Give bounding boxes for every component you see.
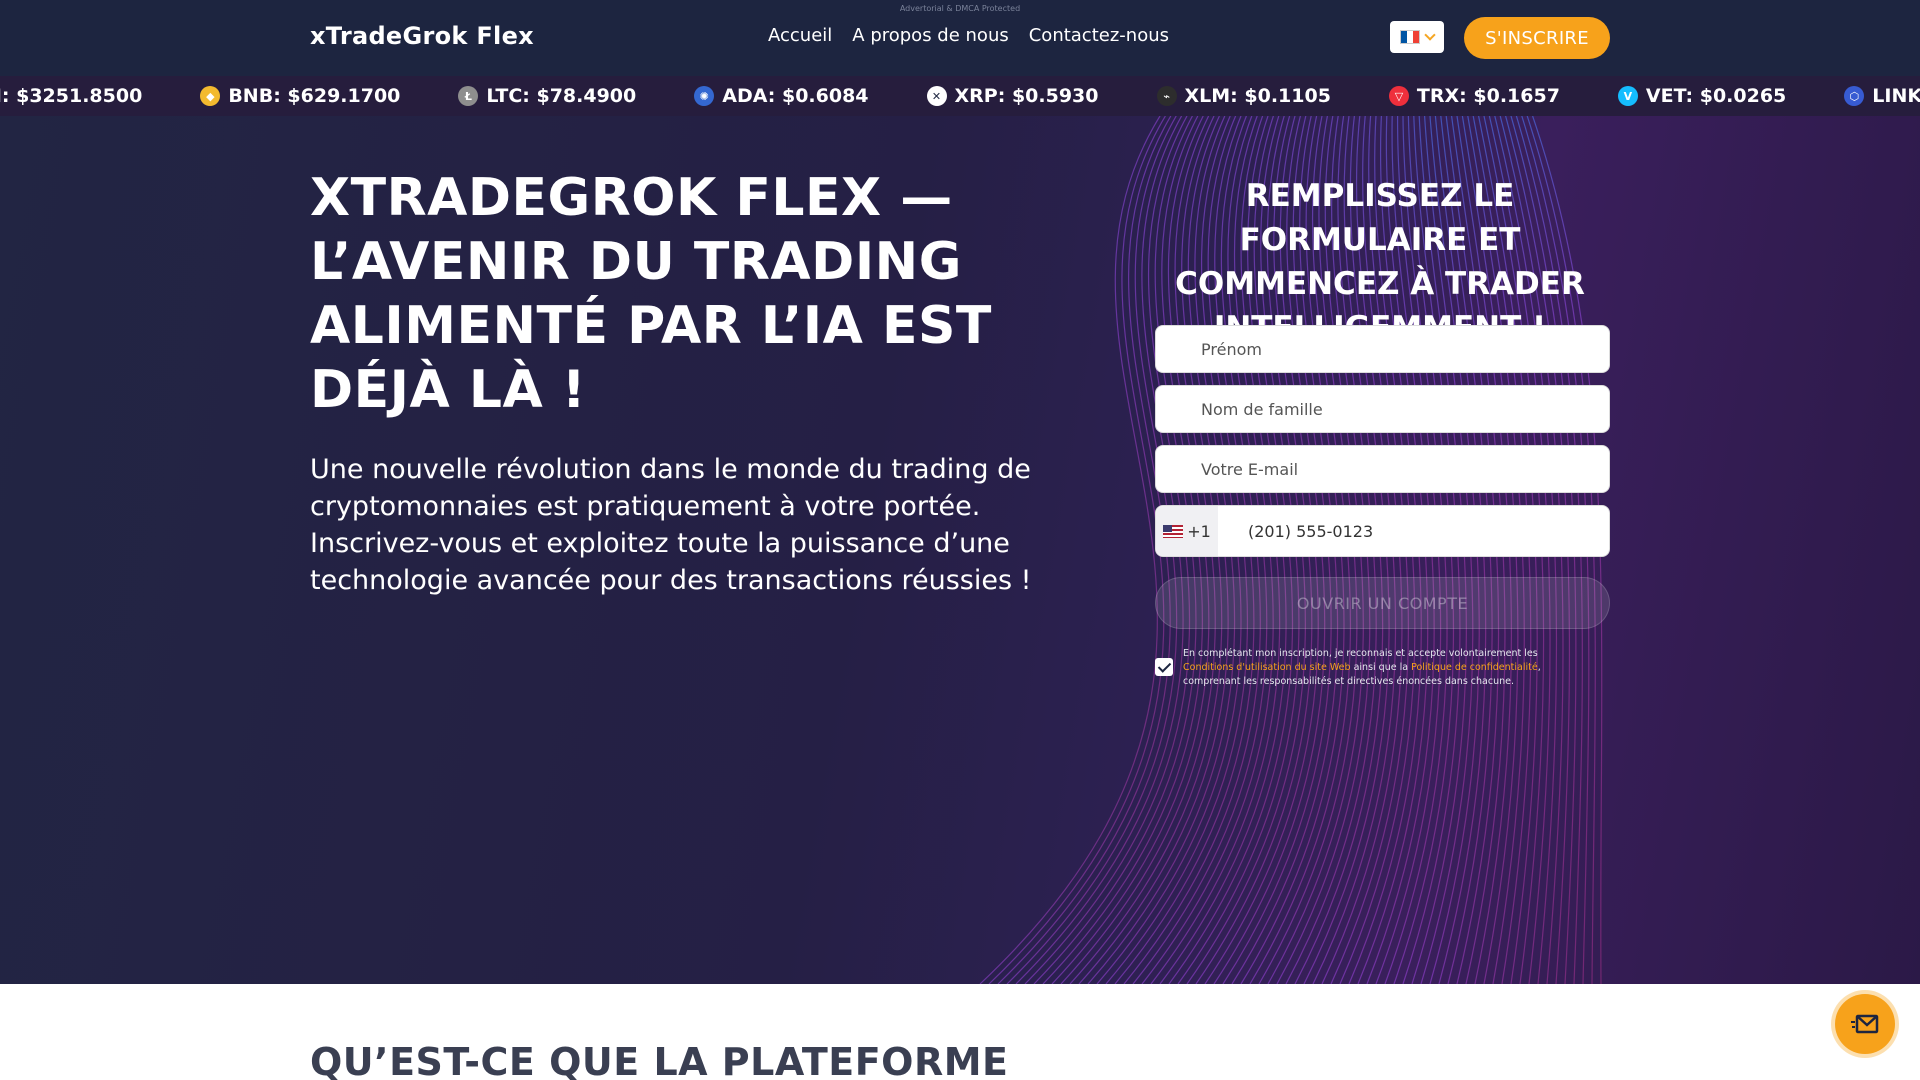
- chevron-down-icon: [1424, 29, 1436, 41]
- ticker-track: H: $3251.8500 ◆ BNB: $629.1700 Ł LTC: $78.49…: [0, 76, 1920, 116]
- form-title: REMPLISSEZ LE FORMULAIRE ET COMMENCEZ À …: [1175, 178, 1585, 346]
- ticker-price: XRP: $0.5930: [954, 85, 1099, 107]
- coin-icon: ▽: [1388, 86, 1409, 106]
- ticker-price: H: $3251.8500: [0, 85, 143, 107]
- ticker-item: ✺ ADA: $0.6084: [694, 85, 869, 107]
- privacy-link[interactable]: Politique de confidentialité: [1411, 662, 1538, 673]
- coin-icon: V: [1617, 86, 1638, 106]
- nav-home[interactable]: Accueil: [768, 25, 832, 46]
- us-flag-icon: [1163, 524, 1184, 538]
- hero-section: XTRADEGROK FLEX — L’AVENIR DU TRADING AL…: [0, 116, 1920, 984]
- main-nav: Accueil A propos de nous Contactez-nous: [768, 25, 1169, 46]
- ticker-item: Ł LTC: $78.4900: [458, 85, 636, 107]
- open-account-button[interactable]: OUVRIR UN COMPTE: [1155, 577, 1610, 629]
- advertorial-note: Advertorial & DMCA Protected: [899, 4, 1021, 13]
- ticker-item: ▽ TRX: $0.1657: [1388, 85, 1560, 107]
- coin-icon: ⬡: [1844, 86, 1865, 106]
- site-header: Advertorial & DMCA Protected xTradeGrok …: [0, 0, 1920, 76]
- terms-link[interactable]: Conditions d'utilisation du site Web: [1183, 662, 1351, 673]
- ticker-item: V VET: $0.0265: [1617, 85, 1787, 107]
- ticker-price: BNB: $629.1700: [228, 85, 401, 107]
- coin-icon: Ł: [458, 86, 479, 106]
- nav-about[interactable]: A propos de nous: [852, 25, 1008, 46]
- consent-middle: ainsi que la: [1350, 662, 1412, 673]
- ticker-item: ⬡ LINK: $14.4400: [1844, 85, 1920, 107]
- ticker-item: ◆ BNB: $629.1700: [200, 85, 400, 107]
- email-input[interactable]: [1155, 445, 1610, 493]
- logo[interactable]: xTradeGrok Flex: [310, 22, 534, 50]
- country-code: +1: [1187, 521, 1211, 541]
- first-name-input[interactable]: [1155, 325, 1610, 373]
- nav-contact[interactable]: Contactez-nous: [1029, 25, 1169, 46]
- ticker-price: LTC: $78.4900: [486, 85, 637, 107]
- ticker-price: LINK: $14.4400: [1872, 85, 1920, 107]
- phone-input[interactable]: [1248, 521, 1548, 541]
- crypto-price-ticker: H: $3251.8500 ◆ BNB: $629.1700 Ł LTC: $78.49…: [0, 76, 1920, 116]
- ticker-item: ⌁ XLM: $0.1105: [1156, 85, 1331, 107]
- france-flag-icon: [1400, 30, 1420, 44]
- coin-icon: ◆: [200, 86, 221, 106]
- signup-button[interactable]: S'INSCRIRE: [1464, 17, 1610, 59]
- ticker-item: ✕ XRP: $0.5930: [926, 85, 1099, 107]
- ticker-price: VET: $0.0265: [1645, 85, 1787, 107]
- coin-icon: ⌁: [1156, 86, 1177, 106]
- coin-icon: ✺: [694, 86, 715, 106]
- ticker-item: H: $3251.8500: [0, 85, 142, 107]
- last-name-input[interactable]: [1155, 385, 1610, 433]
- phone-field: +1: [1155, 505, 1610, 557]
- section-heading: QU’EST-CE QUE LA PLATEFORME: [310, 1040, 1009, 1080]
- coin-icon: ✕: [926, 86, 947, 106]
- hero-title: XTRADEGROK FLEX — L’AVENIR DU TRADING AL…: [310, 168, 992, 420]
- ticker-price: XLM: $0.1105: [1184, 85, 1331, 107]
- mail-send-icon: [1851, 1014, 1879, 1034]
- ticker-price: ADA: $0.6084: [722, 85, 869, 107]
- consent-checkbox[interactable]: [1155, 658, 1173, 676]
- country-code-selector[interactable]: +1: [1156, 506, 1218, 556]
- hero-subtitle: Une nouvelle révolution dans le monde du…: [310, 454, 1032, 596]
- ticker-price: TRX: $0.1657: [1416, 85, 1560, 107]
- consent-text: En complétant mon inscription, je reconn…: [1183, 647, 1583, 689]
- consent-prefix: En complétant mon inscription, je reconn…: [1183, 648, 1538, 659]
- chat-button[interactable]: [1835, 994, 1895, 1054]
- language-selector[interactable]: [1390, 21, 1444, 53]
